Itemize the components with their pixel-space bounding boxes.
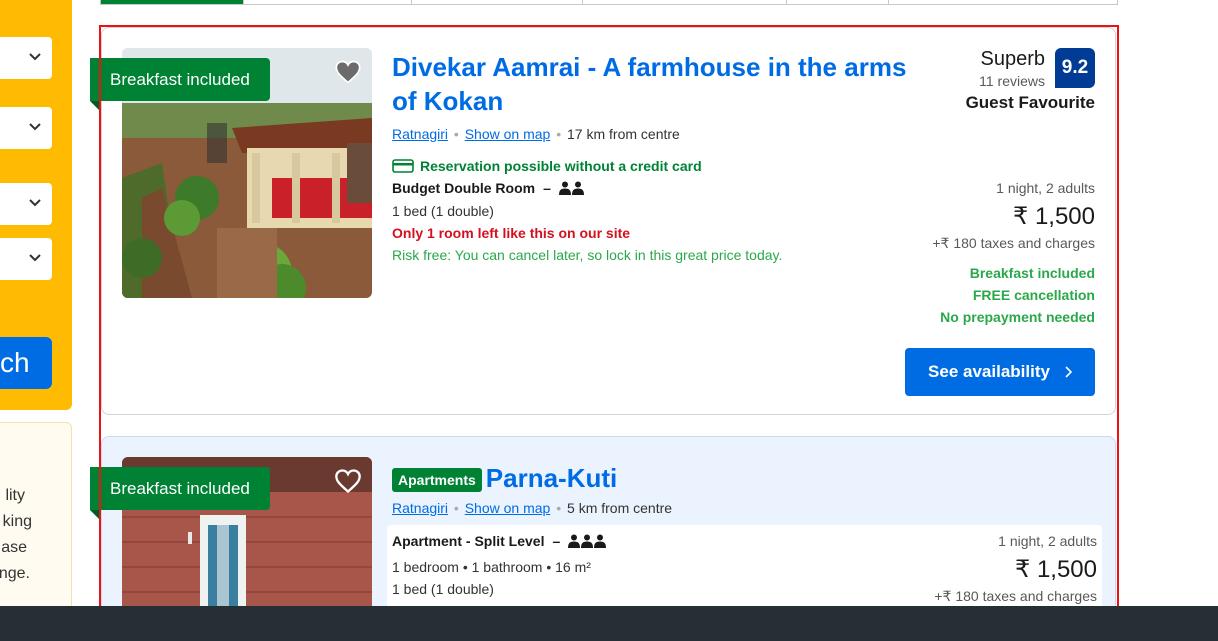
room-dash: – xyxy=(552,533,561,549)
property-card: Breakfast included Apartments Parna-Kuti … xyxy=(90,436,1116,635)
sidebar-select-3[interactable] xyxy=(0,183,52,225)
sidebar-note-line: ase xyxy=(1,539,27,556)
distance-text: 5 km from centre xyxy=(567,500,673,516)
price-block: 1 night, 2 adults ₹ 1,500 +₹ 180 taxes a… xyxy=(932,180,1095,328)
distance-text: 17 km from centre xyxy=(567,126,680,142)
taxes: +₹ 180 taxes and charges xyxy=(934,588,1097,604)
two-guests-icon xyxy=(558,181,584,195)
location-link[interactable]: Ratnagiri xyxy=(392,126,448,142)
location-link[interactable]: Ratnagiri xyxy=(392,500,448,516)
tab-1[interactable] xyxy=(101,0,244,4)
sidebar-note-line: nge. xyxy=(0,565,30,582)
search-sidebar: ch xyxy=(0,0,72,410)
review-count: 11 reviews xyxy=(979,73,1045,89)
credit-card-text: Reservation possible without a credit ca… xyxy=(420,158,702,174)
chevron-down-icon xyxy=(29,199,41,207)
property-type-badge: Apartments xyxy=(392,468,482,493)
separator-dot: • xyxy=(453,500,459,516)
see-availability-button[interactable]: See availability xyxy=(905,348,1095,396)
breakfast-ribbon: Breakfast included xyxy=(90,467,270,520)
nights-guests: 1 night, 2 adults xyxy=(996,180,1095,196)
room-details: 1 bedroom • 1 bathroom • 16 m² xyxy=(392,559,591,575)
perk-free-cancellation: FREE cancellation xyxy=(972,287,1095,303)
room-name-text: Budget Double Room xyxy=(392,180,536,196)
sidebar-select-1[interactable] xyxy=(0,37,52,79)
risk-free-message: Risk free: You can cancel later, so lock… xyxy=(392,247,783,263)
property-title[interactable]: Divekar Aamrai - A farmhouse in the arms… xyxy=(392,50,932,118)
score-badge: 9.2 xyxy=(1055,48,1095,88)
tab-3[interactable] xyxy=(412,0,583,4)
sort-tabs xyxy=(100,0,1118,5)
bed-info: 1 bed (1 double) xyxy=(392,581,494,597)
separator-dot: • xyxy=(556,500,562,516)
see-availability-label: See availability xyxy=(928,362,1050,381)
credit-card-icon xyxy=(392,159,414,173)
perk-no-prepayment: No prepayment needed xyxy=(940,309,1095,325)
room-name-text: Apartment - Split Level xyxy=(392,533,545,549)
perk-breakfast: Breakfast included xyxy=(969,265,1095,281)
search-button[interactable]: ch xyxy=(0,337,52,389)
bed-info: 1 bed (1 double) xyxy=(392,203,494,219)
breakfast-ribbon: Breakfast included xyxy=(90,58,270,111)
location-line: Ratnagiri • Show on map • 5 km from cent… xyxy=(392,500,672,516)
nights-guests: 1 night, 2 adults xyxy=(998,533,1097,549)
review-score-block[interactable]: Superb 11 reviews 9.2 Guest Favourite xyxy=(895,48,1095,118)
price: ₹ 1,500 xyxy=(1013,203,1095,230)
chevron-down-icon xyxy=(29,123,41,131)
show-on-map-link[interactable]: Show on map xyxy=(465,126,551,142)
sidebar-info-box: lity king ase nge. xyxy=(0,422,72,622)
sidebar-select-2[interactable] xyxy=(0,107,52,149)
sidebar-select-4[interactable] xyxy=(0,238,52,280)
taxes: +₹ 180 taxes and charges xyxy=(932,235,1095,251)
heart-icon[interactable] xyxy=(334,58,362,86)
property-card: Breakfast included Divekar Aamrai - A fa… xyxy=(90,27,1116,415)
chevron-down-icon xyxy=(29,254,41,262)
location-line: Ratnagiri • Show on map • 17 km from cen… xyxy=(392,126,680,142)
price-block: 1 night, 2 adults ₹ 1,500 +₹ 180 taxes a… xyxy=(934,533,1097,605)
chevron-down-icon xyxy=(29,53,41,61)
tab-6[interactable] xyxy=(889,0,1117,4)
chevron-right-icon xyxy=(1065,366,1072,378)
sidebar-note-line: lity xyxy=(5,487,25,504)
property-title-row: Apartments Parna-Kuti xyxy=(392,461,617,495)
price: ₹ 1,500 xyxy=(1015,556,1097,583)
separator-dot: • xyxy=(453,126,459,142)
room-dash: – xyxy=(543,180,551,196)
show-on-map-link[interactable]: Show on map xyxy=(465,500,551,516)
tab-4[interactable] xyxy=(583,0,788,4)
guest-favourite-label: Guest Favourite xyxy=(965,93,1095,112)
tab-2[interactable] xyxy=(244,0,412,4)
credit-card-note: Reservation possible without a credit ca… xyxy=(392,158,702,174)
property-title[interactable]: Parna-Kuti xyxy=(486,463,617,493)
three-guests-icon xyxy=(568,534,607,548)
tab-5[interactable] xyxy=(787,0,890,4)
sidebar-note-line: king xyxy=(2,513,32,530)
taskbar xyxy=(0,606,1218,641)
rating-word: Superb xyxy=(980,48,1046,70)
separator-dot: • xyxy=(556,126,562,142)
room-name: Apartment - Split Level – xyxy=(392,533,607,549)
heart-icon[interactable] xyxy=(334,467,362,495)
room-name: Budget Double Room – xyxy=(392,180,585,196)
scarcity-message: Only 1 room left like this on our site xyxy=(392,225,631,241)
